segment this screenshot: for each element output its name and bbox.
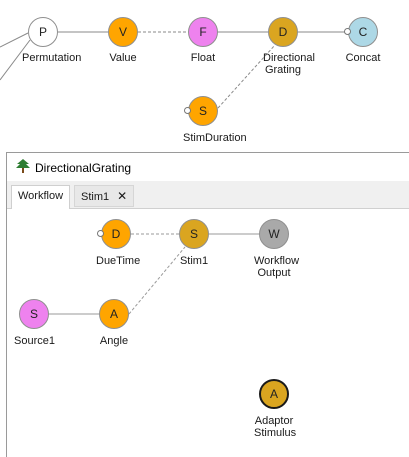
node-label-angle: Angle [99, 335, 129, 347]
node-letter: A [109, 307, 118, 321]
node-label-float: Float [190, 52, 216, 64]
node-stim1[interactable]: S [179, 219, 209, 249]
window-title: DirectionalGrating [35, 161, 132, 175]
inner-wires [49, 233, 259, 315]
node-label-workflow-output: Workflow Output [254, 255, 300, 279]
tab-workflow[interactable]: Workflow [11, 185, 71, 209]
node-letter: V [118, 25, 127, 39]
node-stim-duration[interactable]: S [188, 96, 218, 126]
input-port[interactable] [344, 28, 351, 35]
node-label-value: Value [109, 52, 137, 64]
node-value[interactable]: V [108, 17, 138, 47]
node-label-concat: Concat [345, 52, 381, 64]
node-adaptor-stimulus[interactable]: A [259, 379, 289, 409]
window-titlebar[interactable]: DirectionalGrating [7, 153, 409, 181]
node-label-due-time: DueTime [96, 255, 141, 267]
node-float[interactable]: F [188, 17, 218, 47]
node-letter: A [269, 387, 278, 401]
node-letter: F [199, 25, 207, 39]
node-label-source1: Source1 [14, 335, 55, 347]
input-port[interactable] [97, 230, 104, 237]
close-icon[interactable]: ✕ [117, 186, 127, 206]
node-letter: W [268, 227, 280, 241]
node-label-stim-duration: StimDuration [183, 132, 247, 144]
node-label-permutation: Permutation [22, 52, 82, 64]
tab-stim1[interactable]: Stim1 ✕ [74, 185, 135, 207]
node-letter: S [189, 227, 198, 241]
node-workflow-output[interactable]: W [259, 219, 289, 249]
node-source1[interactable]: S [19, 299, 49, 329]
node-letter: P [38, 25, 47, 39]
node-directional-grating[interactable]: D [268, 17, 298, 47]
tree-icon [16, 159, 30, 173]
tab-strip: Workflow Stim1 ✕ [7, 181, 409, 209]
node-letter: C [358, 25, 368, 39]
node-letter: S [29, 307, 38, 321]
node-label-stim1: Stim1 [179, 255, 209, 267]
workflow-canvas[interactable]: D DueTime S Stim1 W Workflow Output S So… [7, 209, 409, 457]
node-label-directional-grating: Directional Grating [263, 52, 315, 76]
node-letter: D [278, 25, 288, 39]
node-letter: S [198, 104, 207, 118]
node-letter: D [111, 227, 121, 241]
node-permutation[interactable]: P [28, 17, 58, 47]
node-concat[interactable]: C [348, 17, 378, 47]
tab-label: Stim1 [81, 191, 110, 203]
node-label-adaptor-stimulus: Adaptor Stimulus [254, 415, 297, 439]
node-due-time[interactable]: D [101, 219, 131, 249]
node-angle[interactable]: A [99, 299, 129, 329]
input-port[interactable] [184, 107, 191, 114]
tab-label: Workflow [18, 190, 64, 202]
nested-workflow-window[interactable]: DirectionalGrating Workflow Stim1 ✕ D Due… [6, 152, 409, 457]
